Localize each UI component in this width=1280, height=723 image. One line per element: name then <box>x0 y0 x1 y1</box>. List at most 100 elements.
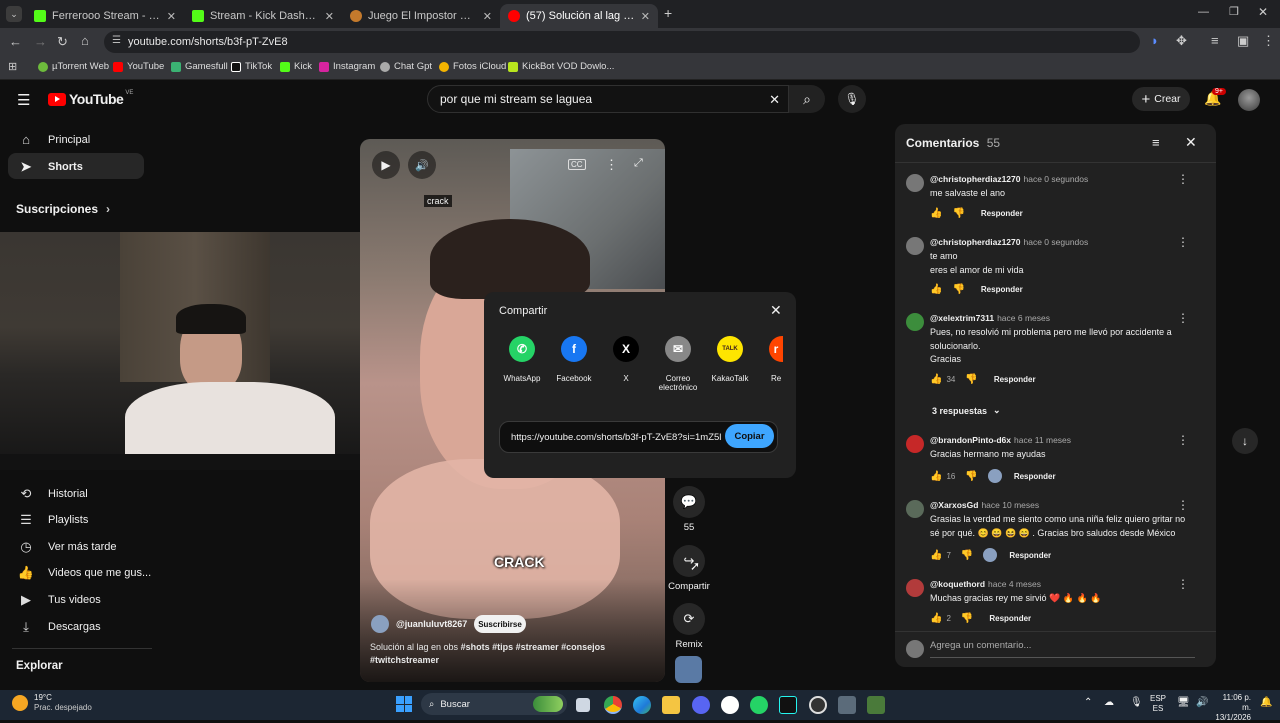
media-icon[interactable]: ≡ <box>1211 33 1219 48</box>
network-icon[interactable]: 🖥 <box>1177 697 1190 708</box>
voice-search-button[interactable]: 🎙 <box>838 85 866 113</box>
more-icon[interactable]: ⋮ <box>1177 577 1189 591</box>
tab-search-icon[interactable]: ⌄ <box>6 6 22 22</box>
avatar[interactable] <box>906 237 924 255</box>
share-facebook[interactable]: Facebook <box>548 374 600 383</box>
dislike-icon[interactable]: 👎 <box>965 471 977 482</box>
share-kakaotalk[interactable]: KakaoTalk <box>704 374 756 383</box>
close-icon[interactable]: ✕ <box>1185 134 1197 151</box>
close-icon[interactable]: ✕ <box>325 10 334 23</box>
menu-icon[interactable]: ⋮ <box>1262 33 1275 49</box>
dislike-icon[interactable]: 👎 <box>952 284 964 295</box>
language-indicator[interactable]: ESP ES <box>1150 694 1166 714</box>
search-button[interactable]: ⌕ <box>789 85 825 113</box>
reply-button[interactable]: Responder <box>981 285 1023 294</box>
fullscreen-icon[interactable]: ⤢ <box>634 157 643 170</box>
replies-toggle[interactable]: 3 respuestas ⌄ <box>932 405 1001 416</box>
bookmark-instagram[interactable]: Instagram <box>319 61 375 72</box>
sidebar-item-liked[interactable]: 👍 Videos que me gus... <box>16 565 151 581</box>
reload-icon[interactable]: ↻ <box>57 34 68 50</box>
share-x[interactable]: X <box>600 374 652 383</box>
sidebar-item-ver-mas-tarde[interactable]: ◷ Ver más tarde <box>16 539 116 555</box>
forward-icon[interactable]: → <box>34 34 47 49</box>
comments-action[interactable]: 💬 55 <box>668 486 710 533</box>
youtube-logo[interactable]: YouTube VE <box>48 90 133 107</box>
puzzle-icon[interactable]: ✥ <box>1176 33 1187 49</box>
avatar[interactable] <box>906 174 924 192</box>
tab-youtube-active[interactable]: (57) Solución al lag en obs #sh ✕ <box>500 4 658 28</box>
onedrive-icon[interactable]: ☁ <box>1104 697 1114 708</box>
clock[interactable]: 11:06 p. m. 13/1/2026 <box>1213 693 1251 723</box>
dislike-icon[interactable]: 👎 <box>961 550 973 561</box>
like-icon[interactable]: 👍 <box>930 284 942 295</box>
sidebar-item-shorts-label[interactable]: ➤ Shorts <box>16 159 83 175</box>
share-whatsapp[interactable]: WhatsApp <box>496 374 548 383</box>
volume-icon[interactable]: 🔊 <box>1196 697 1208 708</box>
avatar[interactable] <box>906 579 924 597</box>
reply-button[interactable]: Responder <box>1014 472 1056 481</box>
chrome-icon[interactable] <box>604 696 622 714</box>
bookmark-utorrent[interactable]: µTorrent Web <box>38 61 109 72</box>
like-icon[interactable]: 👍 <box>930 471 942 482</box>
sidebar-item-historial[interactable]: ⟲ Historial <box>16 486 88 502</box>
close-icon[interactable]: ✕ <box>167 10 176 23</box>
home-icon[interactable]: ⌂ <box>81 33 89 48</box>
notifications-button[interactable]: 🔔 9+ <box>1204 88 1226 107</box>
xbox-icon[interactable] <box>721 696 739 714</box>
site-info-icon[interactable]: ☰ <box>112 35 121 46</box>
start-button[interactable] <box>396 696 412 712</box>
play-button[interactable]: ▶ <box>372 151 400 179</box>
more-icon[interactable]: ⋮ <box>1177 498 1189 512</box>
reply-button[interactable]: Responder <box>981 209 1023 218</box>
tab-kick-stream[interactable]: Ferreroоо Stream - Watch Live ✕ <box>26 4 184 28</box>
notifications-icon[interactable]: 🔔 <box>1260 697 1272 708</box>
chevron-up-icon[interactable]: ⌃ <box>1084 697 1092 708</box>
share-target-icon[interactable]: ✉ <box>665 336 691 362</box>
task-view-icon[interactable] <box>576 698 590 712</box>
share-email[interactable]: Correo electrónico <box>652 374 704 392</box>
like-icon[interactable]: 👍 <box>930 613 942 624</box>
bookmark-gamesfull[interactable]: Gamesfull <box>171 61 228 72</box>
minimize-button[interactable]: — <box>1198 6 1209 18</box>
back-icon[interactable]: ← <box>9 34 22 49</box>
close-window-button[interactable]: ✕ <box>1258 5 1268 19</box>
bookmark-youtube[interactable]: YouTube <box>113 61 164 72</box>
more-options-icon[interactable]: ⋮ <box>605 157 618 173</box>
reply-button[interactable]: Responder <box>994 375 1036 384</box>
calculator-icon[interactable] <box>838 696 856 714</box>
avatar[interactable] <box>1238 89 1260 111</box>
like-icon[interactable]: 👍 <box>930 374 942 385</box>
bookmark-chatgpt[interactable]: Chat Gpt <box>380 61 432 72</box>
dislike-icon[interactable]: 👎 <box>965 374 977 385</box>
scroll-down-button[interactable]: ↓ <box>1232 428 1258 454</box>
share-reddit[interactable]: Re <box>756 374 796 383</box>
tiktok-icon[interactable] <box>779 696 797 714</box>
captions-icon[interactable]: CC <box>568 159 586 170</box>
bookmark-tiktok[interactable]: TikTok <box>231 61 272 72</box>
new-tab-button[interactable]: + <box>664 5 672 21</box>
like-icon[interactable]: 👍 <box>930 208 942 219</box>
sidebar-item-principal[interactable]: ⌂ Principal <box>16 132 90 147</box>
subscriptions-header[interactable]: Suscripciones › <box>16 202 110 216</box>
maximize-button[interactable]: ❐ <box>1229 5 1239 18</box>
avatar[interactable] <box>906 500 924 518</box>
edge-icon[interactable] <box>633 696 651 714</box>
sidebar-item-playlists[interactable]: ☰ Playlists <box>16 512 88 528</box>
avatar[interactable] <box>906 313 924 331</box>
close-icon[interactable]: ✕ <box>770 302 782 319</box>
remix-action[interactable]: ⟳ Remix <box>668 603 710 650</box>
url-field[interactable]: ☰ youtube.com/shorts/b3f-pT-ZvE8 <box>104 31 1140 53</box>
like-icon[interactable]: 👍 <box>930 550 942 561</box>
taskbar-search[interactable]: ⌕ Buscar <box>421 693 567 715</box>
bookmark-icloud[interactable]: Fotos iCloud <box>439 61 506 72</box>
sound-thumbnail[interactable] <box>675 656 702 683</box>
add-comment-input[interactable]: Agrega un comentario... <box>930 640 1195 658</box>
channel-name[interactable]: @juanluluvt8267 <box>396 619 467 629</box>
extension-icon[interactable]: ◗ <box>1151 33 1159 48</box>
share-target-icon[interactable]: X <box>613 336 639 362</box>
weather-widget[interactable]: 19°C Prac. despejado <box>12 693 92 713</box>
apps-icon[interactable]: ⊞ <box>8 60 17 73</box>
profile-icon[interactable]: ▣ <box>1237 33 1249 49</box>
file-explorer-icon[interactable] <box>662 696 680 714</box>
bookmark-kick[interactable]: Kick <box>280 61 312 72</box>
